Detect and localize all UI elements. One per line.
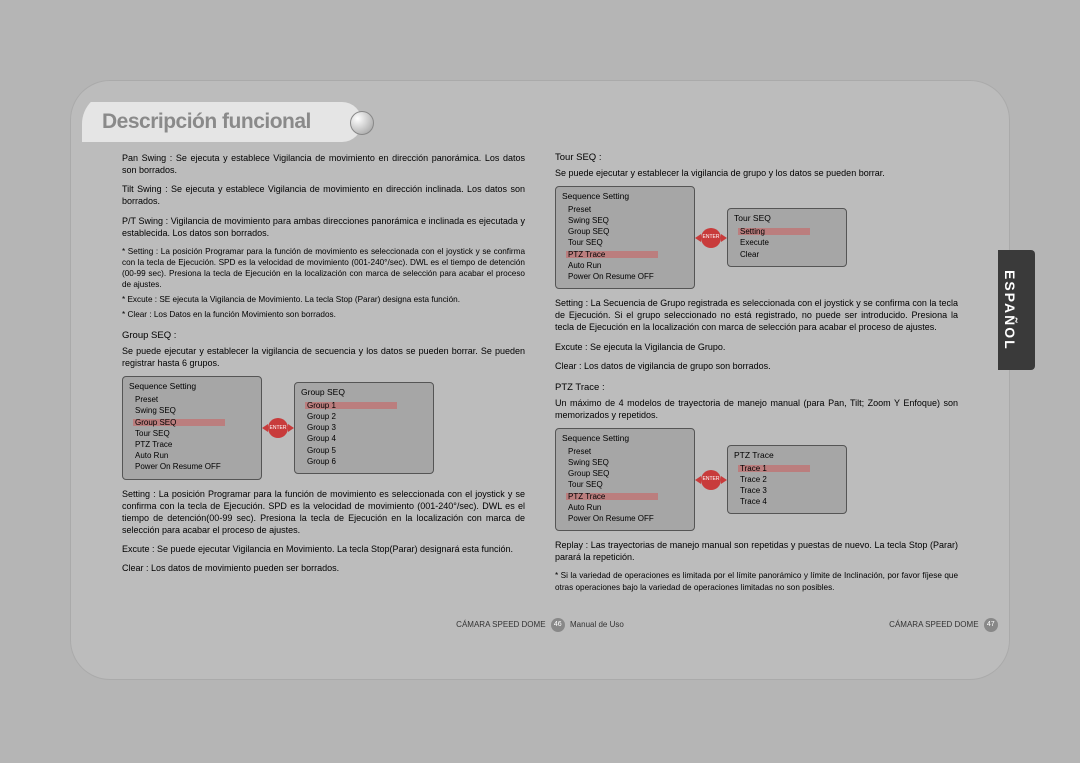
- footer-right: CÁMARA SPEED DOME 47 Manual de Uso: [555, 618, 998, 632]
- menu-item: Auto Run: [562, 502, 688, 513]
- menu-item: Swing SEQ: [562, 457, 688, 468]
- enter-icon: ENTER: [268, 418, 288, 438]
- menu-item: Power On Resume OFF: [562, 271, 688, 282]
- menu-item: Group 6: [301, 456, 427, 467]
- title-ornament-icon: [350, 111, 374, 135]
- menu-item-selected: PTZ Trace: [562, 249, 688, 260]
- menu-item: Execute: [734, 237, 840, 248]
- left-column: Pan Swing : Se ejecuta y establece Vigil…: [122, 152, 525, 638]
- page-number: 47: [984, 618, 998, 632]
- pan-swing-text: Pan Swing : Se ejecuta y establece Vigil…: [122, 152, 525, 176]
- menu-item: Group SEQ: [562, 226, 688, 237]
- ptz-trace-box: PTZ Trace Trace 1 Trace 2 Trace 3 Trace …: [727, 445, 847, 515]
- sequence-setting-box: Sequence Setting Preset Swing SEQ Group …: [555, 428, 695, 531]
- menu-item: Preset: [562, 446, 688, 457]
- menu-item-selected: Group SEQ: [129, 417, 255, 428]
- footer-product: CÁMARA SPEED DOME: [889, 620, 978, 629]
- menu-item-selected: Setting: [734, 226, 840, 237]
- limit-note: * Si la variedad de operaciones es limit…: [555, 570, 958, 592]
- group-clear-para: Clear : Los datos de movimiento pueden s…: [122, 562, 525, 574]
- menu-item: Tour SEQ: [562, 479, 688, 490]
- menu-item-selected: Trace 1: [734, 463, 840, 474]
- enter-icon: ENTER: [701, 228, 721, 248]
- menu-item: Trace 3: [734, 485, 840, 496]
- menu-item: Group 4: [301, 433, 427, 444]
- ptz-trace-menu-row: Sequence Setting Preset Swing SEQ Group …: [555, 428, 958, 531]
- menu-item-selected: PTZ Trace: [562, 491, 688, 502]
- enter-icon: ENTER: [701, 470, 721, 490]
- sequence-setting-box: Sequence Setting Preset Swing SEQ Group …: [555, 186, 695, 289]
- menu-item: Group 2: [301, 411, 427, 422]
- menu-item: Preset: [129, 394, 255, 405]
- menu-item-selected: Group 1: [301, 400, 427, 411]
- menu-title: Sequence Setting: [562, 191, 688, 203]
- page-inner: Descripción funcional Pan Swing : Se eje…: [82, 92, 998, 668]
- menu-title: Group SEQ: [301, 387, 427, 399]
- menu-item: Auto Run: [562, 260, 688, 271]
- menu-item: Swing SEQ: [129, 405, 255, 416]
- tour-setting-para: Setting : La Secuencia de Grupo registra…: [555, 297, 958, 333]
- title-tab: Descripción funcional: [82, 102, 362, 142]
- tour-clear-para: Clear : Los datos de vigilancia de grupo…: [555, 360, 958, 372]
- tour-seq-box: Tour SEQ Setting Execute Clear: [727, 208, 847, 266]
- menu-item: Auto Run: [129, 450, 255, 461]
- page-title: Descripción funcional: [102, 110, 311, 134]
- excute-note: * Excute : SE ejecuta la Vigilancia de M…: [122, 294, 525, 305]
- replay-para: Replay : Las trayectorias de manejo manu…: [555, 539, 958, 563]
- footer-product: CÁMARA SPEED DOME: [456, 620, 545, 629]
- tilt-swing-text: Tilt Swing : Se ejecuta y establece Vigi…: [122, 183, 525, 207]
- menu-title: Sequence Setting: [562, 433, 688, 445]
- menu-item: Group 5: [301, 445, 427, 456]
- tour-seq-menu-row: Sequence Setting Preset Swing SEQ Group …: [555, 186, 958, 289]
- tour-excute-para: Excute : Se ejecuta la Vigilancia de Gru…: [555, 341, 958, 353]
- menu-title: PTZ Trace: [734, 450, 840, 462]
- menu-item: Tour SEQ: [562, 237, 688, 248]
- sequence-setting-box: Sequence Setting Preset Swing SEQ Group …: [122, 376, 262, 479]
- ptz-trace-desc: Un máximo de 4 modelos de trayectoria de…: [555, 397, 958, 421]
- menu-item: Power On Resume OFF: [562, 513, 688, 524]
- group-excute-para: Excute : Se puede ejecutar Vigilancia en…: [122, 543, 525, 555]
- menu-item: Trace 4: [734, 496, 840, 507]
- pt-swing-text: P/T Swing : Vigilancia de movimiento par…: [122, 215, 525, 239]
- group-seq-desc: Se puede ejecutar y establecer la vigila…: [122, 345, 525, 369]
- menu-item: Group 3: [301, 422, 427, 433]
- menu-item: Tour SEQ: [129, 428, 255, 439]
- tour-seq-label: Tour SEQ :: [555, 152, 958, 165]
- group-setting-para: Setting : La posición Programar para la …: [122, 488, 525, 537]
- ptz-trace-label: PTZ Trace :: [555, 382, 958, 395]
- group-seq-label: Group SEQ :: [122, 330, 525, 343]
- right-column: Tour SEQ : Se puede ejecutar y establece…: [555, 152, 958, 638]
- setting-note: * Setting : La posición Programar para l…: [122, 246, 525, 290]
- menu-item: Preset: [562, 204, 688, 215]
- content-columns: Pan Swing : Se ejecuta y establece Vigil…: [122, 152, 958, 638]
- tour-seq-desc: Se puede ejecutar y establecer la vigila…: [555, 167, 958, 179]
- menu-item: Clear: [734, 249, 840, 260]
- group-seq-menu-row: Sequence Setting Preset Swing SEQ Group …: [122, 376, 525, 479]
- menu-item: Trace 2: [734, 474, 840, 485]
- clear-note: * Clear : Los Datos en la función Movimi…: [122, 309, 525, 320]
- manual-page-spread: ESPAÑOL Descripción funcional Pan Swing …: [70, 80, 1010, 680]
- menu-item: Power On Resume OFF: [129, 461, 255, 472]
- group-seq-box: Group SEQ Group 1 Group 2 Group 3 Group …: [294, 382, 434, 474]
- menu-item: Group SEQ: [562, 468, 688, 479]
- menu-item: PTZ Trace: [129, 439, 255, 450]
- menu-item: Swing SEQ: [562, 215, 688, 226]
- menu-title: Tour SEQ: [734, 213, 840, 225]
- menu-title: Sequence Setting: [129, 381, 255, 393]
